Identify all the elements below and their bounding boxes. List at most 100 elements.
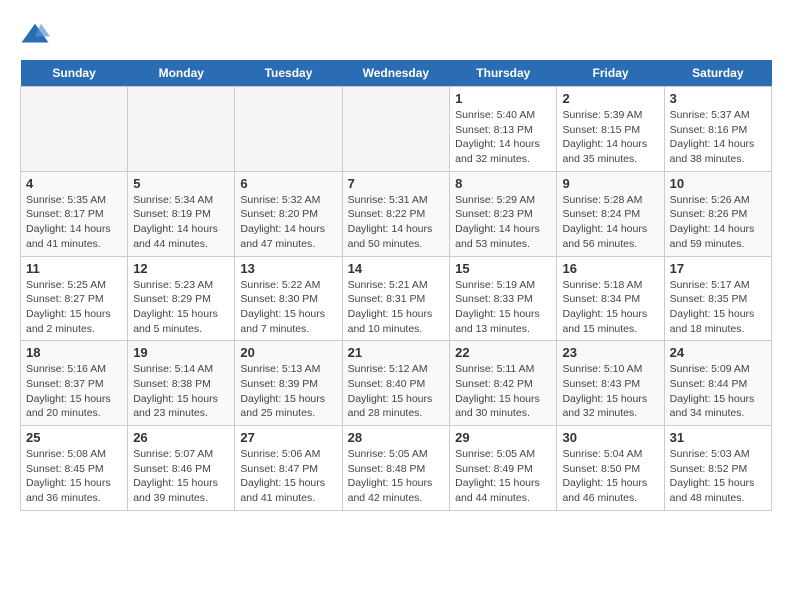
- calendar-cell: 7 Sunrise: 5:31 AM Sunset: 8:22 PM Daylig…: [342, 171, 450, 256]
- day-header-monday: Monday: [128, 60, 235, 87]
- day-number: 15: [455, 261, 551, 276]
- week-row-4: 18 Sunrise: 5:16 AM Sunset: 8:37 PM Dayli…: [21, 341, 772, 426]
- week-row-2: 4 Sunrise: 5:35 AM Sunset: 8:17 PM Daylig…: [21, 171, 772, 256]
- day-info: Sunrise: 5:13 AM Sunset: 8:39 PM Dayligh…: [240, 362, 336, 421]
- day-number: 2: [562, 91, 658, 106]
- calendar-cell: 21 Sunrise: 5:12 AM Sunset: 8:40 PM Dayli…: [342, 341, 450, 426]
- calendar-cell: [21, 87, 128, 172]
- calendar-cell: 2 Sunrise: 5:39 AM Sunset: 8:15 PM Daylig…: [557, 87, 664, 172]
- day-number: 11: [26, 261, 122, 276]
- day-number: 25: [26, 430, 122, 445]
- calendar-cell: 20 Sunrise: 5:13 AM Sunset: 8:39 PM Dayli…: [235, 341, 342, 426]
- day-number: 13: [240, 261, 336, 276]
- calendar-cell: 11 Sunrise: 5:25 AM Sunset: 8:27 PM Dayli…: [21, 256, 128, 341]
- logo: [20, 20, 54, 50]
- day-info: Sunrise: 5:19 AM Sunset: 8:33 PM Dayligh…: [455, 278, 551, 337]
- day-number: 27: [240, 430, 336, 445]
- calendar-cell: 9 Sunrise: 5:28 AM Sunset: 8:24 PM Daylig…: [557, 171, 664, 256]
- day-number: 4: [26, 176, 122, 191]
- day-number: 18: [26, 345, 122, 360]
- day-header-tuesday: Tuesday: [235, 60, 342, 87]
- calendar-table: SundayMondayTuesdayWednesdayThursdayFrid…: [20, 60, 772, 511]
- calendar-cell: 26 Sunrise: 5:07 AM Sunset: 8:46 PM Dayli…: [128, 426, 235, 511]
- calendar-cell: 25 Sunrise: 5:08 AM Sunset: 8:45 PM Dayli…: [21, 426, 128, 511]
- day-info: Sunrise: 5:12 AM Sunset: 8:40 PM Dayligh…: [348, 362, 445, 421]
- calendar-cell: 24Sunrise: 5:09 AM Sunset: 8:44 PM Dayli…: [664, 341, 771, 426]
- calendar-cell: 30 Sunrise: 5:04 AM Sunset: 8:50 PM Dayli…: [557, 426, 664, 511]
- day-info: Sunrise: 5:34 AM Sunset: 8:19 PM Dayligh…: [133, 193, 229, 252]
- calendar-cell: 23 Sunrise: 5:10 AM Sunset: 8:43 PM Dayli…: [557, 341, 664, 426]
- day-number: 9: [562, 176, 658, 191]
- day-number: 30: [562, 430, 658, 445]
- calendar-cell: 13 Sunrise: 5:22 AM Sunset: 8:30 PM Dayli…: [235, 256, 342, 341]
- day-header-friday: Friday: [557, 60, 664, 87]
- day-number: 6: [240, 176, 336, 191]
- calendar-cell: [128, 87, 235, 172]
- calendar-cell: 1Sunrise: 5:40 AM Sunset: 8:13 PM Daylig…: [450, 87, 557, 172]
- day-info: Sunrise: 5:14 AM Sunset: 8:38 PM Dayligh…: [133, 362, 229, 421]
- day-info: Sunrise: 5:10 AM Sunset: 8:43 PM Dayligh…: [562, 362, 658, 421]
- week-row-1: 1Sunrise: 5:40 AM Sunset: 8:13 PM Daylig…: [21, 87, 772, 172]
- day-info: Sunrise: 5:25 AM Sunset: 8:27 PM Dayligh…: [26, 278, 122, 337]
- day-header-saturday: Saturday: [664, 60, 771, 87]
- day-info: Sunrise: 5:05 AM Sunset: 8:49 PM Dayligh…: [455, 447, 551, 506]
- calendar-cell: 28 Sunrise: 5:05 AM Sunset: 8:48 PM Dayli…: [342, 426, 450, 511]
- day-info: Sunrise: 5:39 AM Sunset: 8:15 PM Dayligh…: [562, 108, 658, 167]
- day-number: 16: [562, 261, 658, 276]
- day-info: Sunrise: 5:11 AM Sunset: 8:42 PM Dayligh…: [455, 362, 551, 421]
- day-number: 31: [670, 430, 766, 445]
- day-number: 5: [133, 176, 229, 191]
- calendar-cell: 3Sunrise: 5:37 AM Sunset: 8:16 PM Daylig…: [664, 87, 771, 172]
- calendar-cell: 31 Sunrise: 5:03 AM Sunset: 8:52 PM Dayli…: [664, 426, 771, 511]
- day-info: Sunrise: 5:31 AM Sunset: 8:22 PM Dayligh…: [348, 193, 445, 252]
- day-number: 19: [133, 345, 229, 360]
- day-info: Sunrise: 5:08 AM Sunset: 8:45 PM Dayligh…: [26, 447, 122, 506]
- day-info: Sunrise: 5:28 AM Sunset: 8:24 PM Dayligh…: [562, 193, 658, 252]
- day-info: Sunrise: 5:37 AM Sunset: 8:16 PM Dayligh…: [670, 108, 766, 167]
- day-number: 28: [348, 430, 445, 445]
- day-number: 12: [133, 261, 229, 276]
- day-info: Sunrise: 5:26 AM Sunset: 8:26 PM Dayligh…: [670, 193, 766, 252]
- day-info: Sunrise: 5:32 AM Sunset: 8:20 PM Dayligh…: [240, 193, 336, 252]
- day-info: Sunrise: 5:07 AM Sunset: 8:46 PM Dayligh…: [133, 447, 229, 506]
- day-number: 7: [348, 176, 445, 191]
- calendar-cell: 17Sunrise: 5:17 AM Sunset: 8:35 PM Dayli…: [664, 256, 771, 341]
- calendar-cell: 18 Sunrise: 5:16 AM Sunset: 8:37 PM Dayli…: [21, 341, 128, 426]
- calendar-cell: 27Sunrise: 5:06 AM Sunset: 8:47 PM Dayli…: [235, 426, 342, 511]
- day-info: Sunrise: 5:03 AM Sunset: 8:52 PM Dayligh…: [670, 447, 766, 506]
- calendar-cell: 4 Sunrise: 5:35 AM Sunset: 8:17 PM Daylig…: [21, 171, 128, 256]
- day-info: Sunrise: 5:05 AM Sunset: 8:48 PM Dayligh…: [348, 447, 445, 506]
- week-row-3: 11 Sunrise: 5:25 AM Sunset: 8:27 PM Dayli…: [21, 256, 772, 341]
- day-info: Sunrise: 5:35 AM Sunset: 8:17 PM Dayligh…: [26, 193, 122, 252]
- calendar-cell: 19 Sunrise: 5:14 AM Sunset: 8:38 PM Dayli…: [128, 341, 235, 426]
- day-info: Sunrise: 5:40 AM Sunset: 8:13 PM Dayligh…: [455, 108, 551, 167]
- day-info: Sunrise: 5:16 AM Sunset: 8:37 PM Dayligh…: [26, 362, 122, 421]
- logo-icon: [20, 20, 50, 50]
- day-number: 23: [562, 345, 658, 360]
- calendar-cell: [342, 87, 450, 172]
- day-header-thursday: Thursday: [450, 60, 557, 87]
- day-number: 21: [348, 345, 445, 360]
- day-number: 14: [348, 261, 445, 276]
- day-number: 26: [133, 430, 229, 445]
- day-info: Sunrise: 5:21 AM Sunset: 8:31 PM Dayligh…: [348, 278, 445, 337]
- day-info: Sunrise: 5:23 AM Sunset: 8:29 PM Dayligh…: [133, 278, 229, 337]
- week-row-5: 25 Sunrise: 5:08 AM Sunset: 8:45 PM Dayli…: [21, 426, 772, 511]
- calendar-cell: 6 Sunrise: 5:32 AM Sunset: 8:20 PM Daylig…: [235, 171, 342, 256]
- day-info: Sunrise: 5:22 AM Sunset: 8:30 PM Dayligh…: [240, 278, 336, 337]
- day-number: 20: [240, 345, 336, 360]
- calendar-cell: 5 Sunrise: 5:34 AM Sunset: 8:19 PM Daylig…: [128, 171, 235, 256]
- page-header: [20, 20, 772, 50]
- calendar-cell: [235, 87, 342, 172]
- calendar-cell: 15 Sunrise: 5:19 AM Sunset: 8:33 PM Dayli…: [450, 256, 557, 341]
- calendar-cell: 22Sunrise: 5:11 AM Sunset: 8:42 PM Dayli…: [450, 341, 557, 426]
- day-number: 24: [670, 345, 766, 360]
- day-number: 8: [455, 176, 551, 191]
- calendar-cell: 8Sunrise: 5:29 AM Sunset: 8:23 PM Daylig…: [450, 171, 557, 256]
- day-info: Sunrise: 5:04 AM Sunset: 8:50 PM Dayligh…: [562, 447, 658, 506]
- day-header-wednesday: Wednesday: [342, 60, 450, 87]
- calendar-cell: 16Sunrise: 5:18 AM Sunset: 8:34 PM Dayli…: [557, 256, 664, 341]
- calendar-cell: 10Sunrise: 5:26 AM Sunset: 8:26 PM Dayli…: [664, 171, 771, 256]
- calendar-cell: 14 Sunrise: 5:21 AM Sunset: 8:31 PM Dayli…: [342, 256, 450, 341]
- day-header-sunday: Sunday: [21, 60, 128, 87]
